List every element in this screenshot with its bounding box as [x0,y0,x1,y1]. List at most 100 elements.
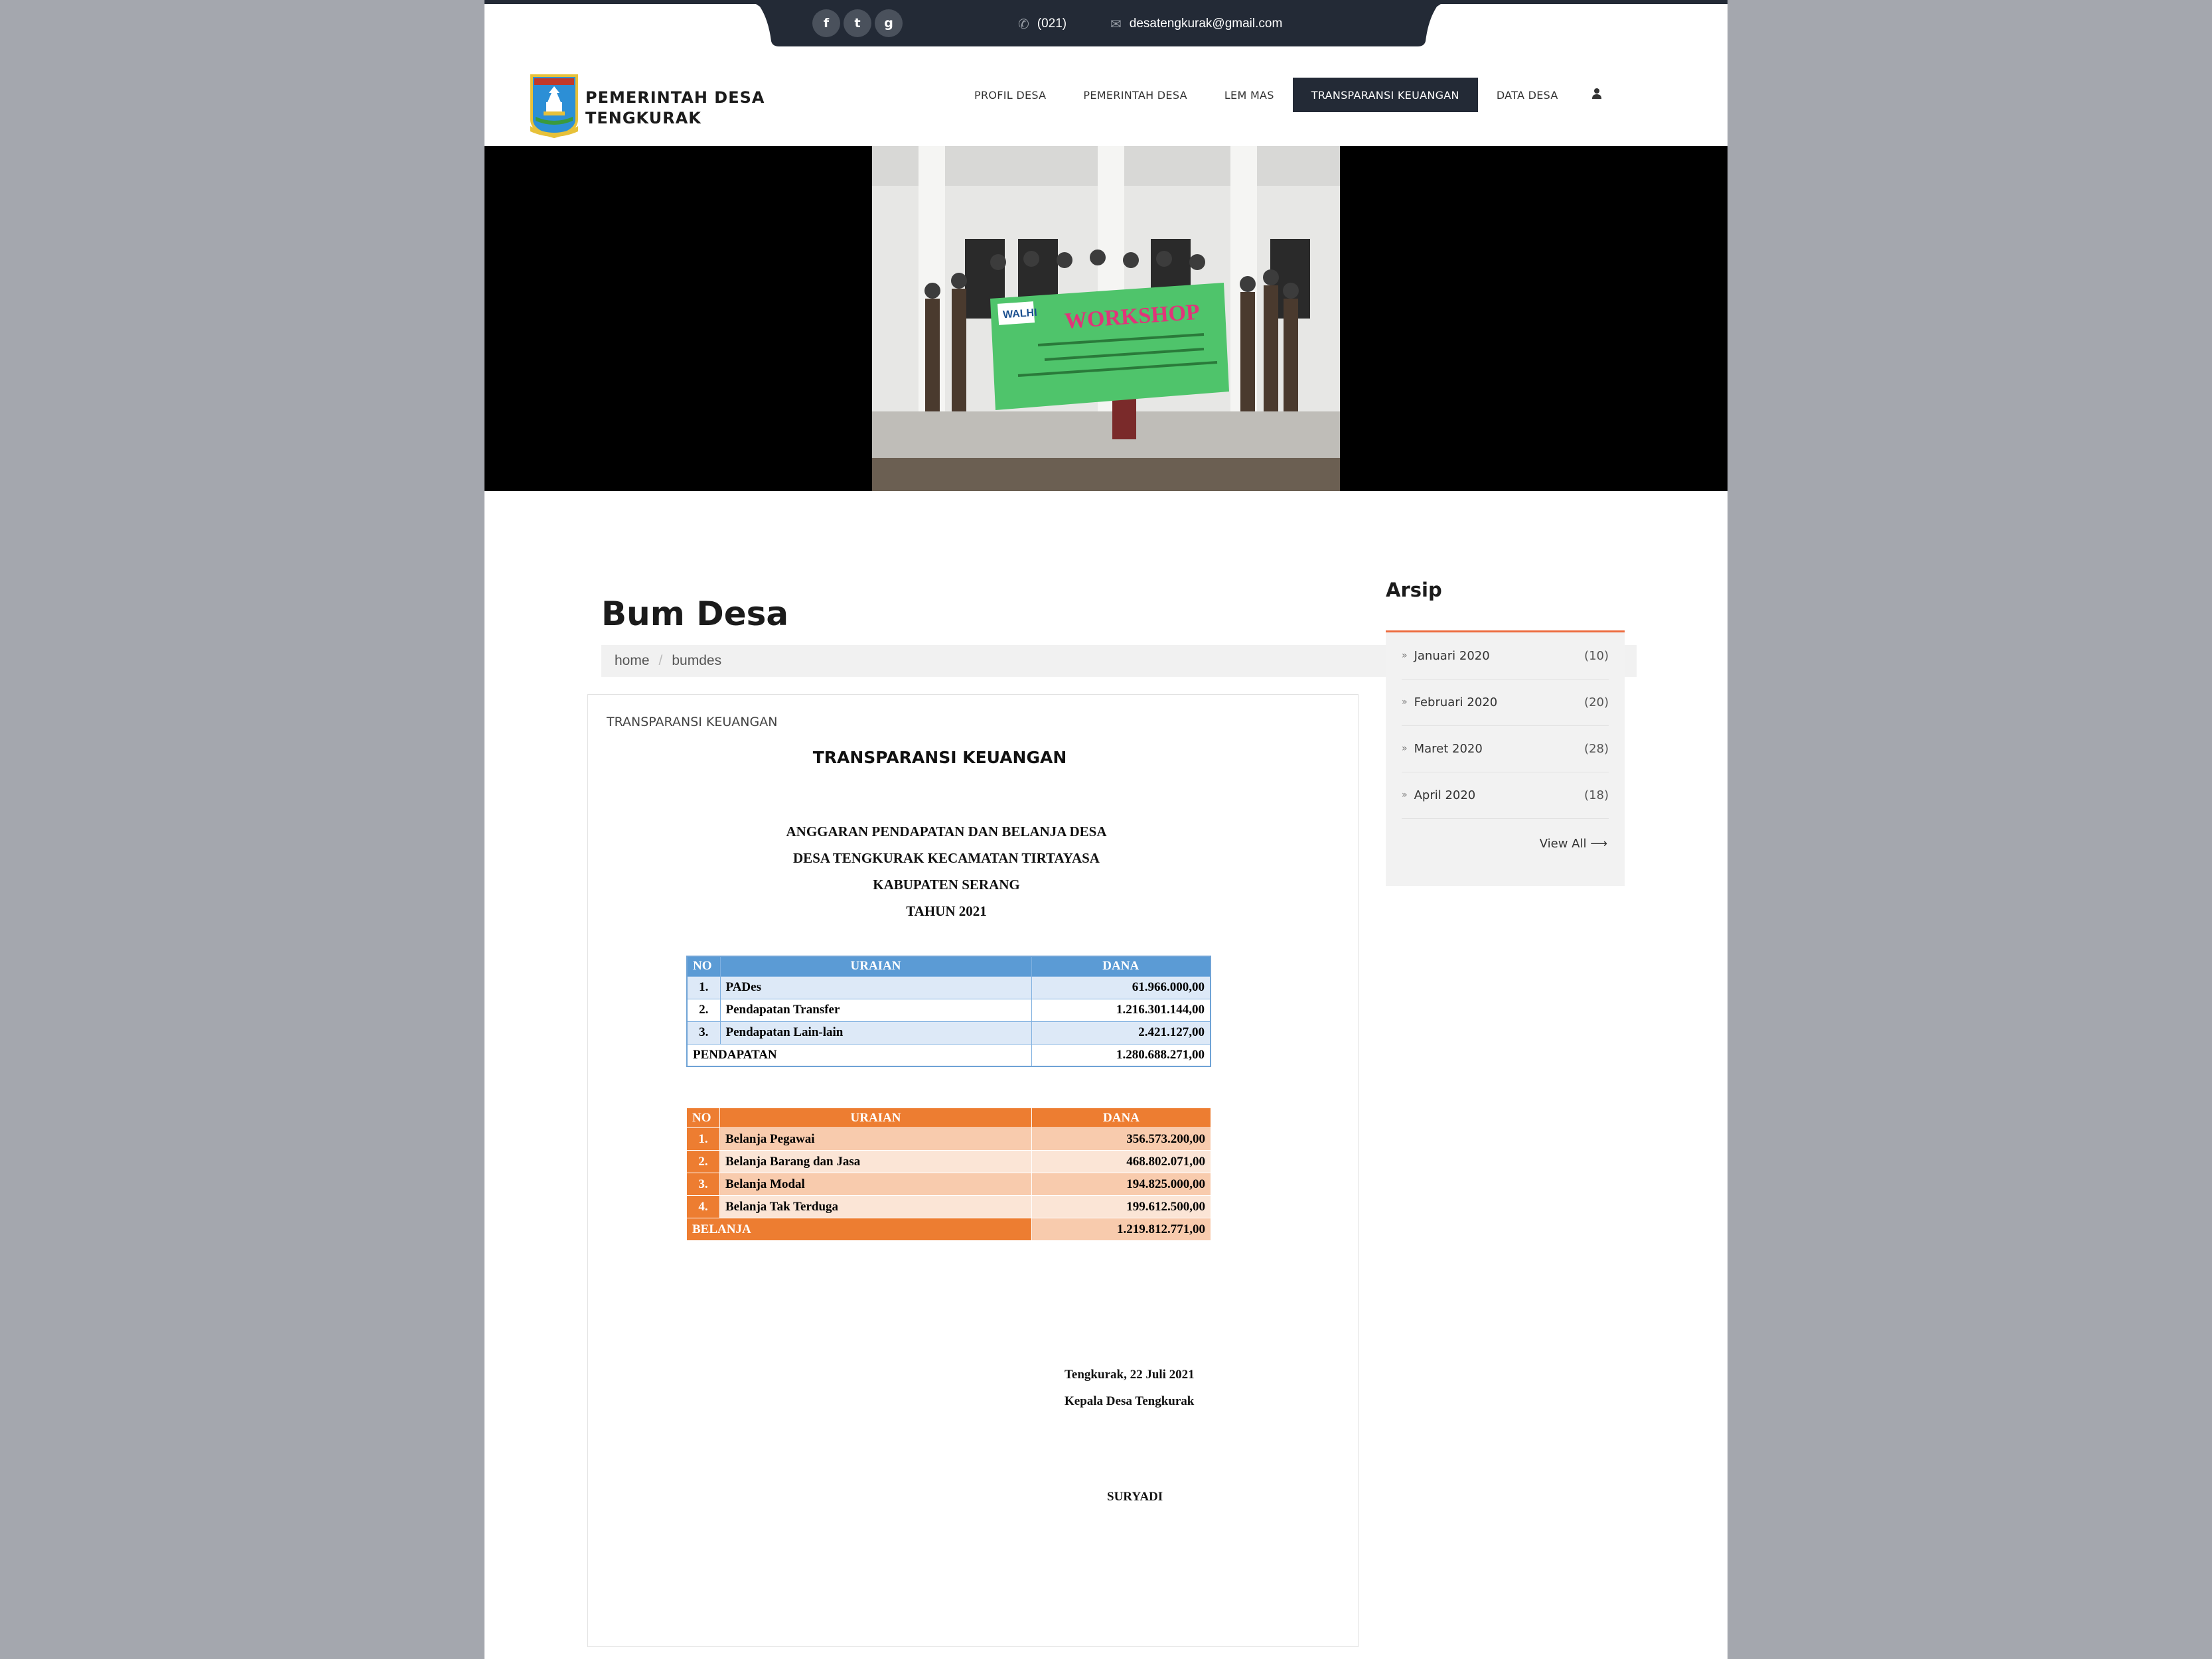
row-dana: 1.216.301.144,00 [1031,998,1211,1022]
row-uraian: Belanja Modal [719,1173,1032,1196]
row-dana: 468.802.071,00 [1031,1150,1211,1173]
row-no: 1. [686,975,721,999]
nav-transparansi-keuangan[interactable]: TRANSPARANSI KEUANGAN [1292,78,1478,112]
total-value: 1.219.812.771,00 [1031,1218,1211,1241]
site-brand[interactable]: PEMERINTAH DESA TENGKURAK [585,88,765,129]
row-uraian: Belanja Pegawai [719,1127,1032,1151]
col-dana: DANA [1031,1108,1211,1128]
col-dana: DANA [1031,956,1211,977]
table-row: 2. Pendapatan Transfer 1.216.301.144,00 [686,998,1211,1022]
user-icon[interactable] [1591,88,1602,103]
phone-text: (021) [1037,17,1067,31]
phone-icon: ✆ [1018,16,1029,32]
belanja-table: NO URAIAN DANA 1. Belanja Pegawai 356.57… [686,1108,1211,1241]
row-uraian: PADes [719,975,1032,999]
archive-item-count: (20) [1584,695,1609,709]
archive-title: Arsip [1386,579,1442,601]
phone-contact[interactable]: ✆ (021) [1018,16,1067,32]
row-no: 2. [686,998,721,1022]
archive-item[interactable]: » Maret 2020 (28) [1402,725,1609,772]
table-row: 3. Belanja Modal 194.825.000,00 [686,1173,1211,1196]
brand-line-2: TENGKURAK [585,109,701,127]
row-uraian: Belanja Barang dan Jasa [719,1150,1032,1173]
row-no: 4. [686,1195,720,1218]
twitter-icon[interactable]: t [844,9,871,37]
table-header: NO URAIAN DANA [686,956,1211,977]
chevron-right-icon: » [1402,697,1408,707]
breadcrumb-home[interactable]: home [615,653,650,669]
doc-head-line-1: ANGGARAN PENDAPATAN DAN BELANJA DESA [786,824,1107,839]
table-header: NO URAIAN DANA [686,1108,1211,1128]
chevron-right-icon: » [1402,790,1408,800]
top-contact-bar: f t g ✆ (021) ✉ desatengkurak@gmail.com [750,0,1447,46]
row-no: 2. [686,1150,720,1173]
row-uraian: Belanja Tak Terduga [719,1195,1032,1218]
nav-data-desa[interactable]: DATA DESA [1478,78,1577,112]
view-all-link[interactable]: View All ⟶ [1540,837,1607,851]
archive-item[interactable]: » Februari 2020 (20) [1402,679,1609,726]
row-dana: 61.966.000,00 [1031,975,1211,999]
signature-name: SURYADI [1107,1490,1163,1504]
col-uraian: URAIAN [719,1108,1032,1128]
archive-widget: » Januari 2020 (10) » Februari 2020 (20)… [1386,632,1625,886]
table-row: 1. PADes 61.966.000,00 [686,975,1211,999]
table-row: 4. Belanja Tak Terduga 199.612.500,00 [686,1195,1211,1218]
row-dana: 2.421.127,00 [1031,1021,1211,1045]
total-label: PENDAPATAN [686,1043,1032,1067]
table-total-row: BELANJA 1.219.812.771,00 [686,1218,1211,1241]
row-dana: 356.573.200,00 [1031,1127,1211,1151]
table-row: 1. Belanja Pegawai 356.573.200,00 [686,1127,1211,1151]
archive-item-label: Februari 2020 [1414,695,1498,709]
total-value: 1.280.688.271,00 [1031,1043,1211,1067]
nav-lem-mas[interactable]: LEM MAS [1206,78,1293,112]
row-no: 3. [686,1173,720,1196]
row-uraian: Pendapatan Transfer [719,998,1032,1022]
hero-photo: WALHI WORKSHOP [872,146,1340,491]
table-total-row: PENDAPATAN 1.280.688.271,00 [686,1043,1211,1067]
email-contact[interactable]: ✉ desatengkurak@gmail.com [1110,16,1282,32]
signature-block: Tengkurak, 22 Juli 2021 Kepala Desa Teng… [1065,1362,1195,1415]
article-heading: TRANSPARANSI KEUANGAN [812,748,1067,767]
archive-item-count: (10) [1584,648,1609,663]
archive-item-count: (28) [1584,741,1609,756]
page: f t g ✆ (021) ✉ desatengkurak@gmail.com … [484,0,1728,1659]
col-no: NO [686,956,721,977]
email-text: desatengkurak@gmail.com [1129,17,1283,31]
signature-place-date: Tengkurak, 22 Juli 2021 [1065,1368,1195,1382]
doc-head-line-3: KABUPATEN SERANG [873,877,1020,893]
table-row: 2. Belanja Barang dan Jasa 468.802.071,0… [686,1150,1211,1173]
archive-item-label: Maret 2020 [1414,741,1483,756]
table-row: 3. Pendapatan Lain-lain 2.421.127,00 [686,1021,1211,1045]
row-dana: 199.612.500,00 [1031,1195,1211,1218]
col-uraian: URAIAN [719,956,1032,977]
chevron-right-icon: » [1402,650,1408,661]
row-uraian: Pendapatan Lain-lain [719,1021,1032,1045]
doc-head-line-2: DESA TENGKURAK KECAMATAN TIRTAYASA [793,850,1100,866]
breadcrumb-current: bumdes [672,653,722,668]
breadcrumb-separator: / [658,653,663,668]
archive-item-label: April 2020 [1414,788,1476,802]
total-label: BELANJA [686,1218,1032,1241]
nav-pemerintah-desa[interactable]: PEMERINTAH DESA [1065,78,1205,112]
document-heading: ANGGARAN PENDAPATAN DAN BELANJA DESA DES… [588,818,1305,924]
archive-item-count: (18) [1584,788,1609,802]
brand-line-1: PEMERINTAH DESA [585,88,765,107]
archive-item-label: Januari 2020 [1414,648,1490,663]
doc-head-line-4: TAHUN 2021 [906,903,987,919]
banner-tag: WALHI [1003,307,1038,321]
pendapatan-table: NO URAIAN DANA 1. PADes 61.966.000,00 2.… [686,956,1211,1067]
envelope-icon: ✉ [1110,16,1122,32]
row-dana: 194.825.000,00 [1031,1173,1211,1196]
article-card: TRANSPARANSI KEUANGAN TRANSPARANSI KEUAN… [587,694,1359,1647]
nav-profil-desa[interactable]: PROFIL DESA [956,78,1065,112]
col-no: NO [686,1108,720,1128]
article-category[interactable]: TRANSPARANSI KEUANGAN [607,715,777,729]
main-nav: PROFIL DESA PEMERINTAH DESA LEM MAS TRAN… [956,78,1602,112]
facebook-icon[interactable]: f [812,9,840,37]
archive-item[interactable]: » April 2020 (18) [1402,772,1609,819]
google-plus-icon[interactable]: g [875,9,903,37]
signature-role: Kepala Desa Tengkurak [1065,1394,1195,1408]
archive-item[interactable]: » Januari 2020 (10) [1402,632,1609,680]
hero-banner: WALHI WORKSHOP [484,146,1728,491]
village-logo[interactable] [529,73,579,138]
